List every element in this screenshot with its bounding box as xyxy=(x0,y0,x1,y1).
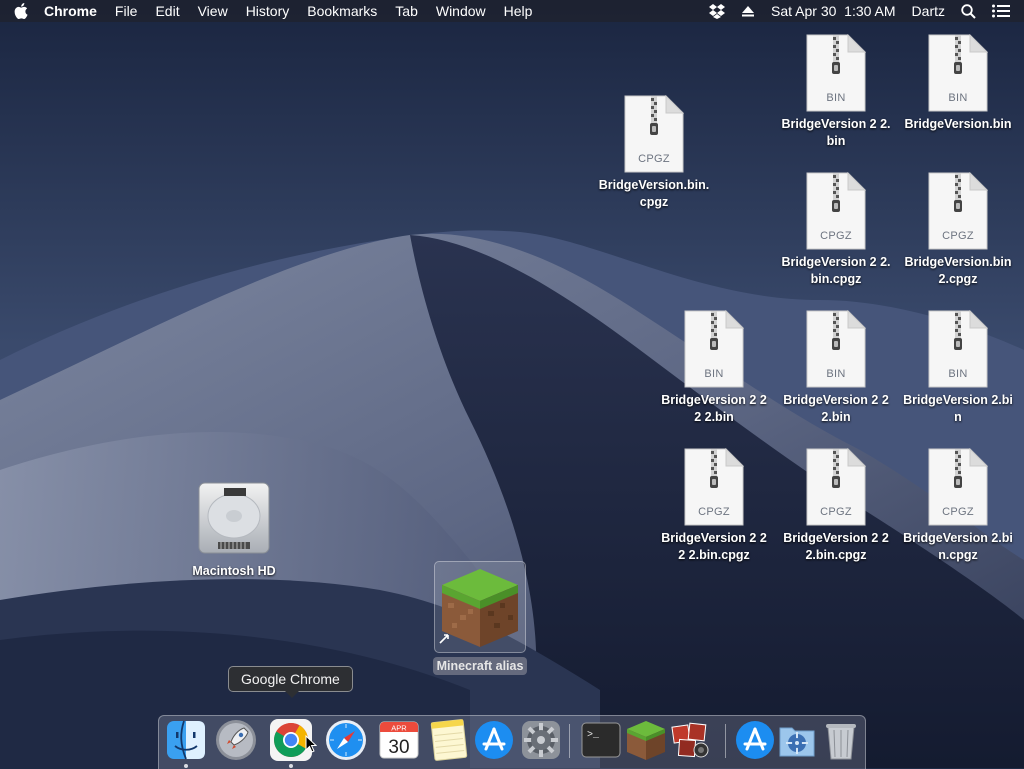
file-name-label: BridgeVersion 2 2.bin.cpgz xyxy=(781,255,891,286)
calendar-day-label: 30 xyxy=(388,737,409,758)
notification-center-icon[interactable] xyxy=(984,4,1024,18)
spotlight-icon[interactable] xyxy=(953,3,984,19)
menu-window[interactable]: Window xyxy=(427,0,495,22)
file-name-label: BridgeVersion.bin.cpgz xyxy=(598,178,710,209)
mouse-cursor-icon xyxy=(305,735,317,753)
file-type-label: BIN xyxy=(704,368,724,380)
dock-separator xyxy=(569,724,570,758)
archive-file-icon: CPGZ xyxy=(928,172,988,250)
desktop-file-7[interactable]: BIN BridgeVersion 2 2 2.bin xyxy=(776,310,896,426)
desktop-file-6[interactable]: BIN BridgeVersion 2 2 2 2.bin xyxy=(654,310,774,426)
safari-icon[interactable] xyxy=(324,718,368,762)
archive-file-icon: CPGZ xyxy=(928,448,988,526)
archive-file-icon: BIN xyxy=(806,34,866,112)
selection-highlight xyxy=(434,561,526,653)
trash-icon[interactable] xyxy=(819,718,863,762)
file-type-label: CPGZ xyxy=(942,506,974,518)
archive-file-icon: BIN xyxy=(684,310,744,388)
macintosh-hd-label: Macintosh HD xyxy=(192,564,276,578)
calendar-month-label: APR xyxy=(391,724,407,733)
file-name-label: BridgeVersion 2 2 2 2.bin xyxy=(661,393,767,424)
menu-help[interactable]: Help xyxy=(495,0,542,22)
archive-file-icon: BIN xyxy=(806,310,866,388)
archive-file-icon: CPGZ xyxy=(684,448,744,526)
menu-user[interactable]: Dartz xyxy=(904,0,953,22)
menu-bar: Chrome File Edit View History Bookmarks … xyxy=(0,0,1024,22)
file-type-label: CPGZ xyxy=(820,230,852,242)
menu-tab[interactable]: Tab xyxy=(386,0,427,22)
notes-icon[interactable] xyxy=(427,718,471,762)
file-name-label: BridgeVersion 2.bin xyxy=(903,393,1013,424)
file-name-label: BridgeVersion 2 2 2.bin.cpgz xyxy=(783,531,889,562)
macintosh-hd-icon[interactable]: Macintosh HD xyxy=(174,480,294,578)
minecraft-icon[interactable] xyxy=(624,718,668,762)
minecraft-alias-icon[interactable]: Minecraft alias xyxy=(420,561,540,675)
desktop-file-9[interactable]: CPGZ BridgeVersion 2 2 2 2.bin.cpgz xyxy=(654,448,774,564)
dropbox-icon[interactable] xyxy=(701,3,733,19)
launchpad-icon[interactable] xyxy=(214,718,258,762)
desktop-file-2[interactable]: BIN BridgeVersion.bin xyxy=(898,34,1018,133)
file-name-label: BridgeVersion 2 2.bin xyxy=(781,117,891,148)
hard-drive-icon xyxy=(198,482,270,554)
desktop-file-5[interactable]: CPGZ BridgeVersion.bin 2.cpgz xyxy=(898,172,1018,288)
calendar-icon[interactable]: APR 30 xyxy=(377,718,421,762)
file-type-label: CPGZ xyxy=(942,230,974,242)
file-type-label: CPGZ xyxy=(820,506,852,518)
menu-view[interactable]: View xyxy=(189,0,237,22)
menu-history[interactable]: History xyxy=(237,0,299,22)
dock-tooltip: Google Chrome xyxy=(228,666,353,698)
desktop-file-1[interactable]: BIN BridgeVersion 2 2.bin xyxy=(776,34,896,150)
desktop-file-8[interactable]: BIN BridgeVersion 2.bin xyxy=(898,310,1018,426)
file-type-label: BIN xyxy=(826,92,846,104)
desktop-file-11[interactable]: CPGZ BridgeVersion 2.bin.cpgz xyxy=(898,448,1018,564)
app-store-icon[interactable] xyxy=(472,718,516,762)
menu-clock[interactable]: Sat Apr 30 1:30 AM xyxy=(763,0,904,22)
file-type-label: BIN xyxy=(826,368,846,380)
dock: APR 30 >_ xyxy=(158,715,866,769)
file-type-label: BIN xyxy=(948,92,968,104)
file-type-label: CPGZ xyxy=(638,153,670,165)
photo-booth-icon[interactable] xyxy=(669,718,713,762)
utilities-icon[interactable] xyxy=(775,718,819,762)
desktop-file-3[interactable]: CPGZ BridgeVersion.bin.cpgz xyxy=(594,95,714,211)
finder-icon[interactable] xyxy=(164,718,208,768)
menu-app-name[interactable]: Chrome xyxy=(40,0,106,22)
desktop-file-4[interactable]: CPGZ BridgeVersion 2 2.bin.cpgz xyxy=(776,172,896,288)
minecraft-alias-label: Minecraft alias xyxy=(432,657,528,675)
running-indicator xyxy=(289,764,293,768)
file-name-label: BridgeVersion 2 2 2 2.bin.cpgz xyxy=(661,531,767,562)
menu-bookmarks[interactable]: Bookmarks xyxy=(298,0,386,22)
file-name-label: BridgeVersion.bin xyxy=(904,117,1012,131)
downloads-app-store-icon[interactable] xyxy=(733,718,777,762)
menu-file[interactable]: File xyxy=(106,0,147,22)
running-indicator xyxy=(184,764,188,768)
system-preferences-icon[interactable] xyxy=(519,718,563,762)
svg-text:>_: >_ xyxy=(587,730,600,741)
archive-file-icon: BIN xyxy=(928,34,988,112)
archive-file-icon: CPGZ xyxy=(806,172,866,250)
file-name-label: BridgeVersion 2.bin.cpgz xyxy=(903,531,1013,562)
file-type-label: BIN xyxy=(948,368,968,380)
dock-separator xyxy=(725,724,726,758)
file-name-label: BridgeVersion.bin 2.cpgz xyxy=(904,255,1012,286)
archive-file-icon: CPGZ xyxy=(806,448,866,526)
eject-icon[interactable] xyxy=(733,4,763,18)
desktop-file-10[interactable]: CPGZ BridgeVersion 2 2 2.bin.cpgz xyxy=(776,448,896,564)
terminal-icon[interactable]: >_ xyxy=(579,718,623,762)
menu-edit[interactable]: Edit xyxy=(146,0,188,22)
file-type-label: CPGZ xyxy=(698,506,730,518)
archive-file-icon: BIN xyxy=(928,310,988,388)
archive-file-icon: CPGZ xyxy=(624,95,684,173)
apple-menu-icon[interactable] xyxy=(14,3,40,19)
file-name-label: BridgeVersion 2 2 2.bin xyxy=(783,393,889,424)
minecraft-block-icon xyxy=(439,569,518,647)
